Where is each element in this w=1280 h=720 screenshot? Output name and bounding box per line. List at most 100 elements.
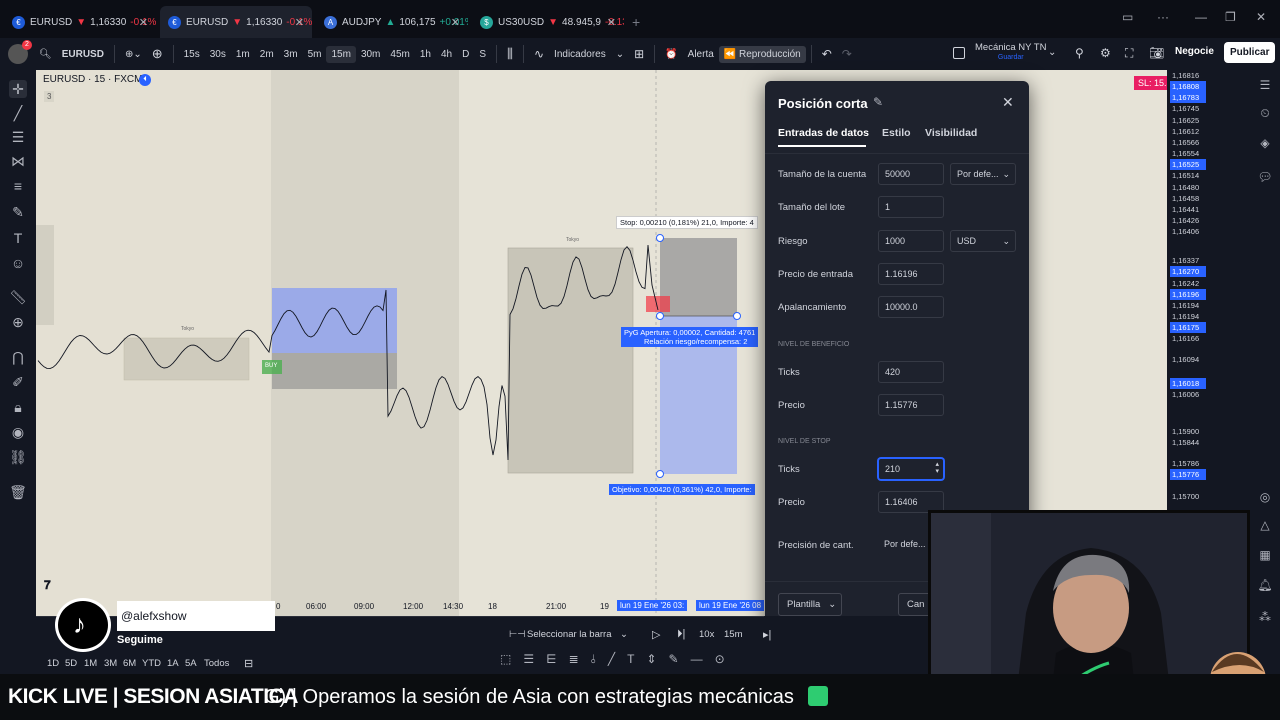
tab-eurusd-1[interactable]: € EURUSD ▼ 1,16330 -0.1% / ✕ (4, 6, 156, 38)
search-icon[interactable]: 🔍︎ (34, 49, 57, 60)
brush-icon[interactable]: ✎ (9, 203, 27, 221)
template-button[interactable]: Plantilla ⌄ (778, 593, 842, 616)
jump-realtime-icon[interactable]: ▸| (763, 628, 771, 641)
fib-icon[interactable]: ≡ (9, 177, 27, 195)
date-range-icon[interactable]: ⊟ (244, 657, 253, 670)
interval-d[interactable]: D (457, 49, 474, 60)
play-icon[interactable]: ▷ (652, 628, 660, 641)
add-symbol-icon[interactable]: ⊕ (147, 46, 168, 62)
range-1a[interactable]: 1A (167, 658, 179, 669)
zoom-icon[interactable]: ⚲ (1075, 46, 1084, 60)
close-tab-icon[interactable]: ✕ (139, 16, 148, 29)
range-5d[interactable]: 5D (65, 658, 77, 669)
link-icon[interactable]: ⛓ (9, 448, 27, 466)
tab-eurusd-2[interactable]: € EURUSD ▼ 1,16330 -0.1% / ✕ (160, 6, 312, 38)
range-6m[interactable]: 6M (123, 658, 136, 669)
zoom-in-icon[interactable]: ⊕ (9, 313, 27, 331)
chat-icon[interactable]: 💬︎ (1257, 170, 1273, 186)
tablet-icon[interactable]: ▭ (1122, 10, 1133, 24)
avatar[interactable]: 2 (8, 40, 32, 64)
tab-us30usd[interactable]: $ US30USD ▼ 48.945,9 -0.13% ✕ (472, 6, 624, 38)
layout-icon[interactable] (953, 47, 965, 59)
target-icon[interactable]: ◎ (1257, 490, 1273, 506)
account-currency-select[interactable]: Por defe... ⌄ (950, 163, 1016, 185)
layouts-icon[interactable]: ⊞ (629, 47, 649, 61)
notifications-icon[interactable]: 🔔︎ (1257, 578, 1273, 594)
candle-type-icon[interactable]: ⫼ (502, 46, 518, 62)
crosshair-icon[interactable]: ✛ (9, 80, 27, 98)
close-icon[interactable]: ✕ (1002, 94, 1014, 111)
replay-button[interactable]: ⏪ Reproducción (718, 45, 806, 63)
alert-button[interactable]: Alerta (683, 49, 719, 60)
publish-button[interactable]: Publicar (1224, 42, 1276, 63)
lot-size-input[interactable]: 1 (878, 196, 944, 218)
leverage-input[interactable]: 10000.0 (878, 296, 944, 318)
fullscreen-icon[interactable]: ⛶ (1125, 46, 1133, 61)
close-tab-icon[interactable]: ✕ (607, 16, 616, 29)
measure-tool-icon[interactable]: ⇕ (646, 652, 668, 666)
hline-tool-icon[interactable]: — (691, 652, 715, 666)
edit-title-icon[interactable]: ✎ (873, 95, 883, 109)
interval-5m[interactable]: 5m (303, 49, 327, 60)
close-tab-icon[interactable]: ✕ (451, 16, 460, 29)
range-3m[interactable]: 3M (104, 658, 117, 669)
tab-visibility[interactable]: Visibilidad (925, 127, 977, 139)
range-ytd[interactable]: YTD (142, 658, 161, 669)
rect-tool-icon[interactable]: ⬚ (500, 652, 523, 666)
interval-2m[interactable]: 2m (255, 49, 279, 60)
watchlist-icon[interactable]: ☰ (1257, 78, 1273, 94)
text-icon[interactable]: T (9, 229, 27, 247)
interval-15s[interactable]: 15s (179, 49, 205, 60)
pods-icon[interactable]: ⁂ (1257, 610, 1273, 626)
target-tool-icon[interactable]: ⊙ (715, 652, 737, 666)
interval-1m[interactable]: 1m (231, 49, 255, 60)
interval-4h[interactable]: 4h (436, 49, 457, 60)
interval-s[interactable]: S (474, 49, 491, 60)
tab-style[interactable]: Estilo (882, 127, 911, 139)
select-bar-icon[interactable]: ⊢⊣ (509, 629, 526, 640)
speed-select[interactable]: 10x (699, 629, 714, 640)
profit-ticks-input[interactable]: 420 (878, 361, 944, 383)
magnet-icon[interactable]: ⋂ (9, 348, 27, 366)
range-all[interactable]: Todos (204, 658, 229, 669)
rewind-icon[interactable]: ⏴ (139, 74, 151, 86)
emoji-icon[interactable]: ☺ (9, 254, 27, 272)
stop-ticks-input[interactable]: 210 ▴ ▾ (878, 458, 944, 480)
minimize-icon[interactable]: — (1195, 10, 1207, 24)
tab-audjpy[interactable]: A AUDJPY ▲ 106,175 +0.01% ✕ (316, 6, 468, 38)
new-tab-icon[interactable]: + (632, 14, 640, 30)
channel-tool-icon[interactable]: ⋿ (546, 652, 568, 666)
interval-30s[interactable]: 30s (205, 49, 231, 60)
step-forward-icon[interactable]: ⏵| (677, 628, 685, 641)
text-tool-icon[interactable]: T (627, 652, 646, 666)
lines-tool-icon[interactable]: ☰ (523, 652, 546, 666)
eye-icon[interactable]: ◉ (9, 423, 27, 441)
compare-icon[interactable]: ⊕⌄ (120, 49, 147, 60)
interval-15m[interactable]: 15m (326, 45, 356, 63)
indicators-button[interactable]: Indicadores (549, 49, 611, 60)
trend-line-icon[interactable]: ╱ (9, 104, 27, 122)
horizontal-lines-icon[interactable]: ☰ (9, 128, 27, 146)
chevron-down-icon[interactable]: ⌄ (611, 49, 629, 60)
more-icon[interactable]: ··· (1157, 10, 1169, 24)
interval-3m[interactable]: 3m (279, 49, 303, 60)
pitchfork-tool-icon[interactable]: ⫰ (591, 652, 608, 666)
pattern-icon[interactable]: ⋈ (9, 152, 27, 170)
profit-price-input[interactable]: 1.15776 (878, 394, 944, 416)
account-size-input[interactable]: 50000 (878, 163, 944, 185)
ruler-icon[interactable]: 📏︎ (9, 288, 27, 306)
alert-icon[interactable]: ⏰ (660, 49, 682, 60)
triangle-icon[interactable]: △ (1257, 518, 1273, 534)
trade-button[interactable]: Negocie (1175, 46, 1214, 57)
pencil-lock-icon[interactable]: ✐ (9, 373, 27, 391)
brush-tool-icon[interactable]: ✎ (669, 652, 691, 666)
interval-1h[interactable]: 1h (415, 49, 436, 60)
risk-unit-select[interactable]: USD ⌄ (950, 230, 1016, 252)
undo-icon[interactable]: ↶ (817, 47, 837, 61)
close-tab-icon[interactable]: ✕ (295, 16, 304, 29)
layers-icon[interactable]: ◈ (1257, 136, 1273, 152)
line-tool-icon[interactable]: ╱ (608, 652, 627, 666)
symbol-search[interactable]: EURUSD (57, 49, 109, 60)
risk-input[interactable]: 1000 (878, 230, 944, 252)
alerts-icon[interactable]: ⏲ (1257, 106, 1273, 122)
